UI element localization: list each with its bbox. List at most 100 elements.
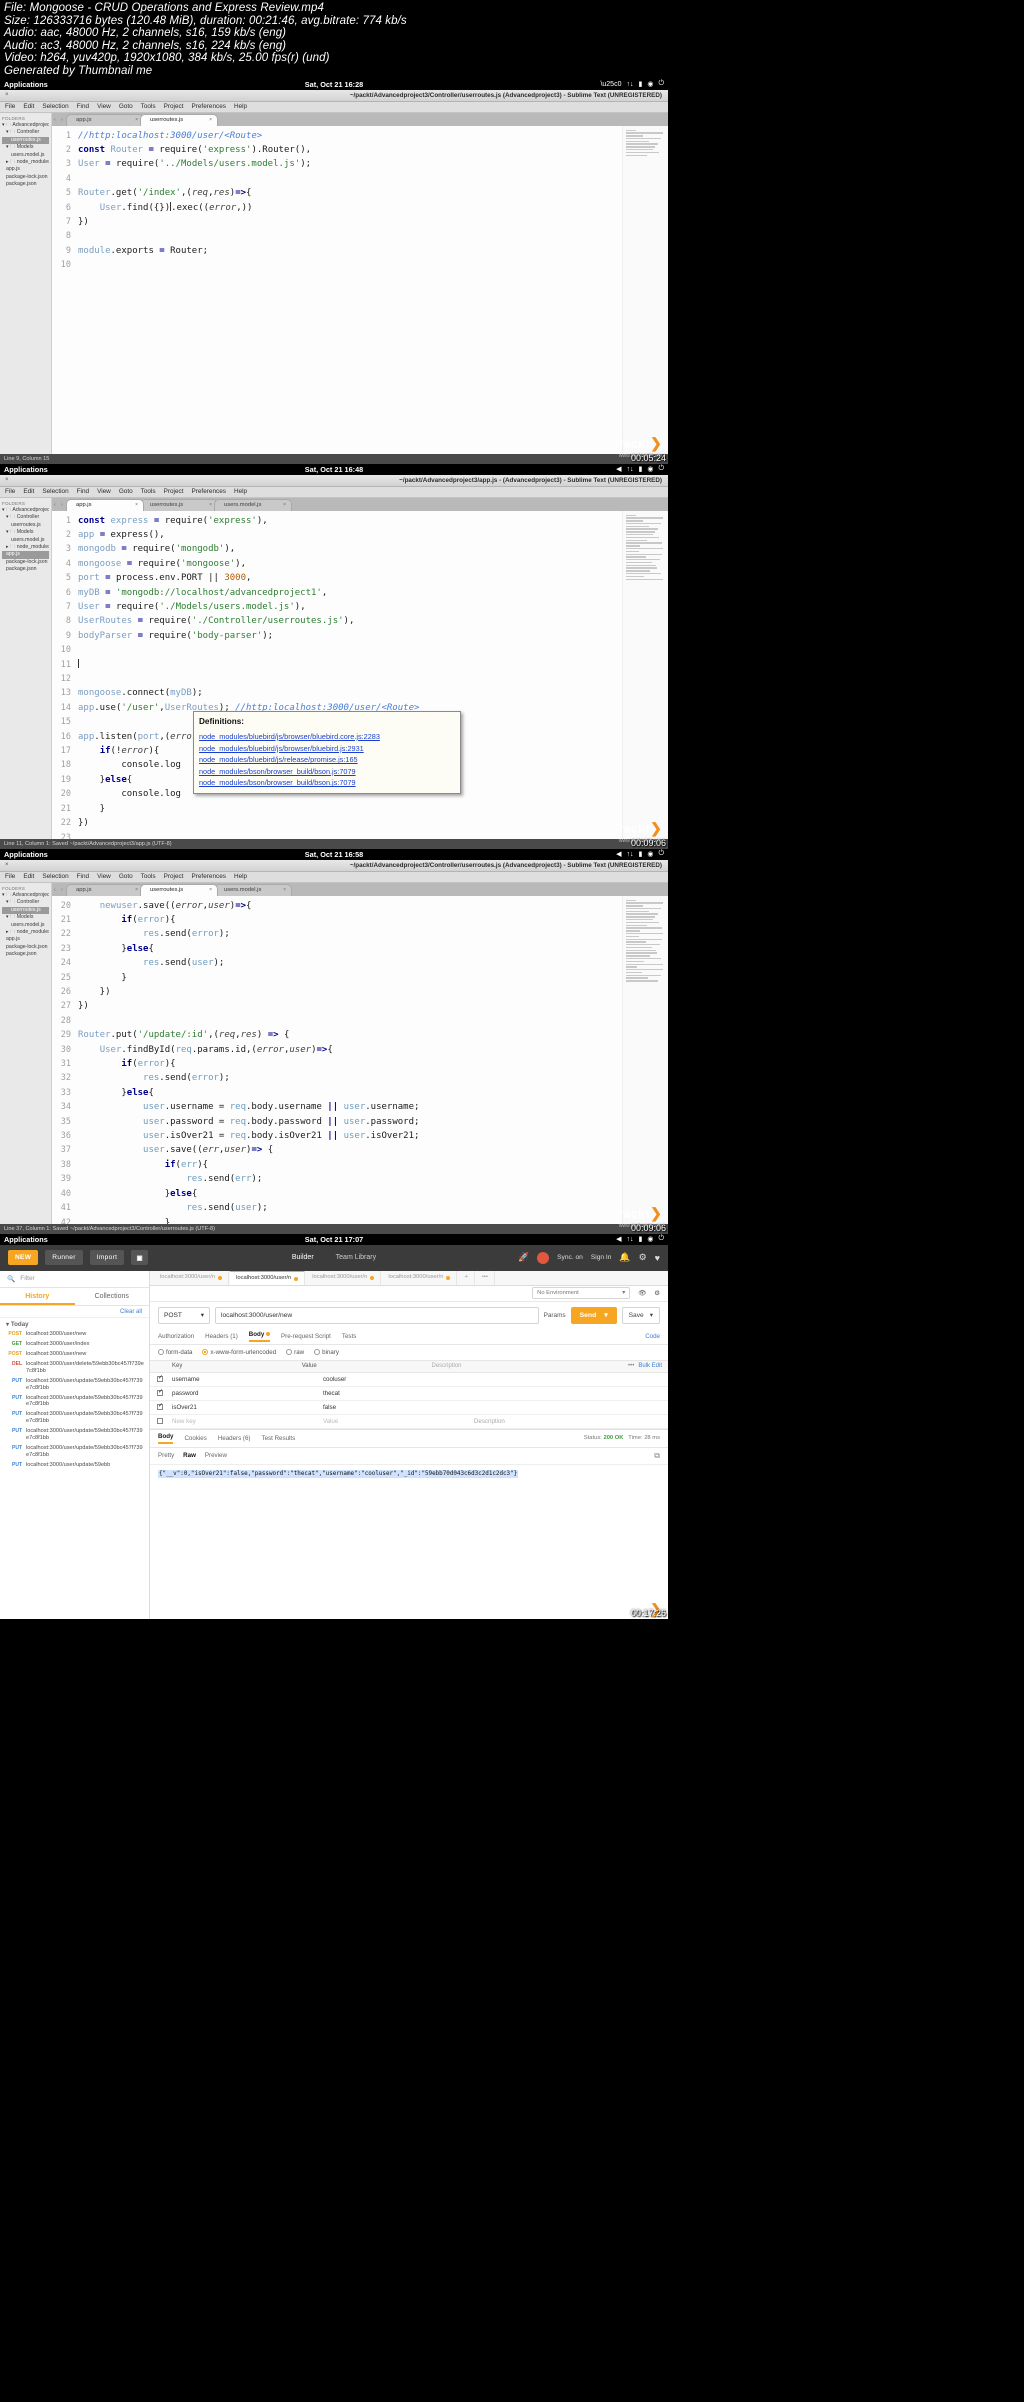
table-row[interactable]: passwordthecat: [150, 1387, 668, 1401]
request-tab[interactable]: localhost:3000/user/n: [230, 1270, 306, 1286]
close-icon[interactable]: ×: [283, 502, 286, 508]
tab-history[interactable]: History: [0, 1288, 75, 1305]
window-close-icon[interactable]: ×: [0, 92, 9, 98]
gear-icon[interactable]: ⚙: [654, 1289, 660, 1297]
tab-appjs[interactable]: app.js ×: [66, 113, 144, 126]
tab-response-body[interactable]: Body: [158, 1433, 174, 1444]
value-input[interactable]: false: [323, 1404, 474, 1411]
menu-project[interactable]: Project: [164, 103, 184, 110]
list-item[interactable]: POST localhost:3000/user/new: [0, 1350, 149, 1360]
sidebar-item-models[interactable]: ▾ 🗀 Models: [2, 529, 49, 536]
sidebar-item-appjs[interactable]: app.js: [2, 936, 49, 943]
sidebar-item-project[interactable]: ▾ 🗀 Advancedproject3: [2, 892, 49, 899]
network-icon[interactable]: ↑↓: [626, 1236, 633, 1243]
battery-icon[interactable]: ▮: [638, 80, 642, 88]
sidebar-item-userroutes[interactable]: userroutes.js: [2, 906, 49, 915]
menu-find[interactable]: Find: [77, 873, 89, 880]
menu-goto[interactable]: Goto: [119, 103, 133, 110]
sidebar-item-usersmodel[interactable]: users.model.js: [2, 537, 49, 544]
key-input[interactable]: New key: [170, 1418, 323, 1425]
tab-appjs[interactable]: app.js ×: [66, 498, 144, 511]
code-editor[interactable]: 1 const express = require('express'), 2 app…: [52, 510, 668, 839]
sidebar-item-packagejson[interactable]: package.json: [2, 951, 49, 958]
tab-appjs[interactable]: app.js ×: [66, 883, 144, 896]
save-button[interactable]: Save ▾: [621, 1306, 660, 1324]
menu-project[interactable]: Project: [164, 488, 184, 495]
volume-icon[interactable]: ◀: [616, 465, 621, 473]
key-input[interactable]: username: [170, 1376, 323, 1383]
request-tab[interactable]: localhost:3000/user/n: [306, 1270, 382, 1286]
close-icon[interactable]: ×: [135, 887, 138, 893]
power-icon[interactable]: ⏻: [658, 465, 664, 473]
sidebar-item-project[interactable]: ▾ 🗀 Advancedproject3: [2, 122, 49, 129]
tab-usersmodel[interactable]: users.model.js ×: [214, 883, 292, 896]
close-icon[interactable]: ×: [209, 117, 212, 123]
table-row[interactable]: isOver21false: [150, 1401, 668, 1415]
radio-urlencoded[interactable]: x-www-form-urlencoded: [202, 1348, 276, 1356]
sidebar-item-usersmodel[interactable]: users.model.js: [2, 922, 49, 929]
user-icon[interactable]: ◉: [647, 80, 653, 88]
menu-edit[interactable]: Edit: [23, 103, 34, 110]
request-tab[interactable]: localhost:3000/user/n: [154, 1270, 230, 1286]
environment-select[interactable]: No Environment ▾: [532, 1287, 631, 1300]
key-input[interactable]: isOver21: [170, 1404, 323, 1411]
definition-link[interactable]: node_modules/bluebird/js/browser/bluebir…: [199, 731, 455, 743]
sidebar-item-userroutes[interactable]: userroutes.js: [2, 522, 49, 529]
value-input[interactable]: cooluser: [323, 1376, 474, 1383]
url-input[interactable]: localhost:3000/user/new: [215, 1306, 539, 1324]
battery-icon[interactable]: ▮: [638, 1235, 642, 1243]
code-link[interactable]: Code: [645, 1333, 660, 1340]
definition-link[interactable]: node_modules/bson/browser_build/bson.js:…: [199, 777, 455, 789]
volume-icon[interactable]: ◀: [616, 850, 621, 858]
clear-all-button[interactable]: Clear all: [0, 1306, 149, 1318]
network-icon[interactable]: ↑↓: [626, 81, 633, 88]
network-icon[interactable]: ↑↓: [626, 851, 633, 858]
menu-view[interactable]: View: [97, 103, 111, 110]
user-icon[interactable]: ◉: [647, 465, 653, 473]
list-item[interactable]: POST localhost:3000/user/new: [0, 1330, 149, 1340]
list-item[interactable]: PUT localhost:3000/user/update/59ebb30bc4…: [0, 1393, 149, 1410]
sidebar-item-models[interactable]: ▾ 🗀 Models: [2, 144, 49, 151]
sidebar-item-controller[interactable]: ▾ 🗀 Controller: [2, 899, 49, 906]
value-input[interactable]: thecat: [323, 1390, 474, 1397]
menu-selection[interactable]: Selection: [42, 873, 68, 880]
definition-link[interactable]: node_modules/bson/browser_build/bson.js:…: [199, 766, 455, 778]
sidebar-item-packagejson[interactable]: package.json: [2, 181, 49, 188]
menu-view[interactable]: View: [97, 488, 111, 495]
more-tabs-icon[interactable]: •••: [476, 1270, 495, 1286]
battery-icon[interactable]: ▮: [638, 850, 642, 858]
power-icon[interactable]: ⏻: [658, 80, 664, 88]
tab-nav-arrows[interactable]: ‹ ›: [54, 117, 65, 123]
menu-goto[interactable]: Goto: [119, 488, 133, 495]
volume-icon[interactable]: ◀: [616, 1235, 621, 1243]
sidebar-item-nodemodules[interactable]: ▸ 🗀 node_modules: [2, 544, 49, 551]
window-close-icon[interactable]: ×: [0, 477, 9, 483]
menu-edit[interactable]: Edit: [23, 873, 34, 880]
search-input[interactable]: Filter: [20, 1275, 35, 1282]
list-item[interactable]: PUT localhost:3000/user/update/59ebb: [0, 1460, 149, 1470]
value-input[interactable]: Value: [323, 1418, 474, 1425]
close-icon[interactable]: ×: [209, 502, 212, 508]
list-item[interactable]: PUT localhost:3000/user/update/59ebb30bc4…: [0, 1427, 149, 1444]
row-checkbox[interactable]: [150, 1388, 170, 1397]
menu-file[interactable]: File: [5, 488, 15, 495]
sidebar-item-packagelock[interactable]: package-lock.json: [2, 559, 49, 566]
menu-preferences[interactable]: Preferences: [191, 873, 225, 880]
tab-test-results[interactable]: Test Results: [262, 1435, 296, 1442]
tab-builder[interactable]: Builder: [292, 1254, 314, 1261]
menu-tools[interactable]: Tools: [141, 488, 156, 495]
list-item[interactable]: PUT localhost:3000/user/update/59ebb30bc4…: [0, 1443, 149, 1460]
volume-icon[interactable]: \u25c0: [600, 81, 621, 88]
sidebar-item-project[interactable]: ▾ 🗀 Advancedproject3: [2, 507, 49, 514]
tab-userroutes[interactable]: userroutes.js ×: [140, 883, 218, 896]
sublime-sidebar[interactable]: FOLDERS ▾ 🗀 Advancedproject3 ▾ 🗀 Control…: [0, 497, 52, 839]
tab-userroutes[interactable]: userroutes.js ×: [140, 113, 218, 126]
tab-response-headers[interactable]: Headers (6): [218, 1435, 251, 1442]
user-icon[interactable]: ◉: [647, 850, 653, 858]
bulk-edit-link[interactable]: Bulk Edit: [638, 1363, 668, 1369]
tab-tests[interactable]: Tests: [342, 1333, 356, 1340]
menu-tools[interactable]: Tools: [141, 873, 156, 880]
tab-preview[interactable]: Preview: [205, 1452, 227, 1459]
params-button[interactable]: Params: [544, 1312, 566, 1319]
kv-more-icon[interactable]: •••: [598, 1363, 638, 1369]
